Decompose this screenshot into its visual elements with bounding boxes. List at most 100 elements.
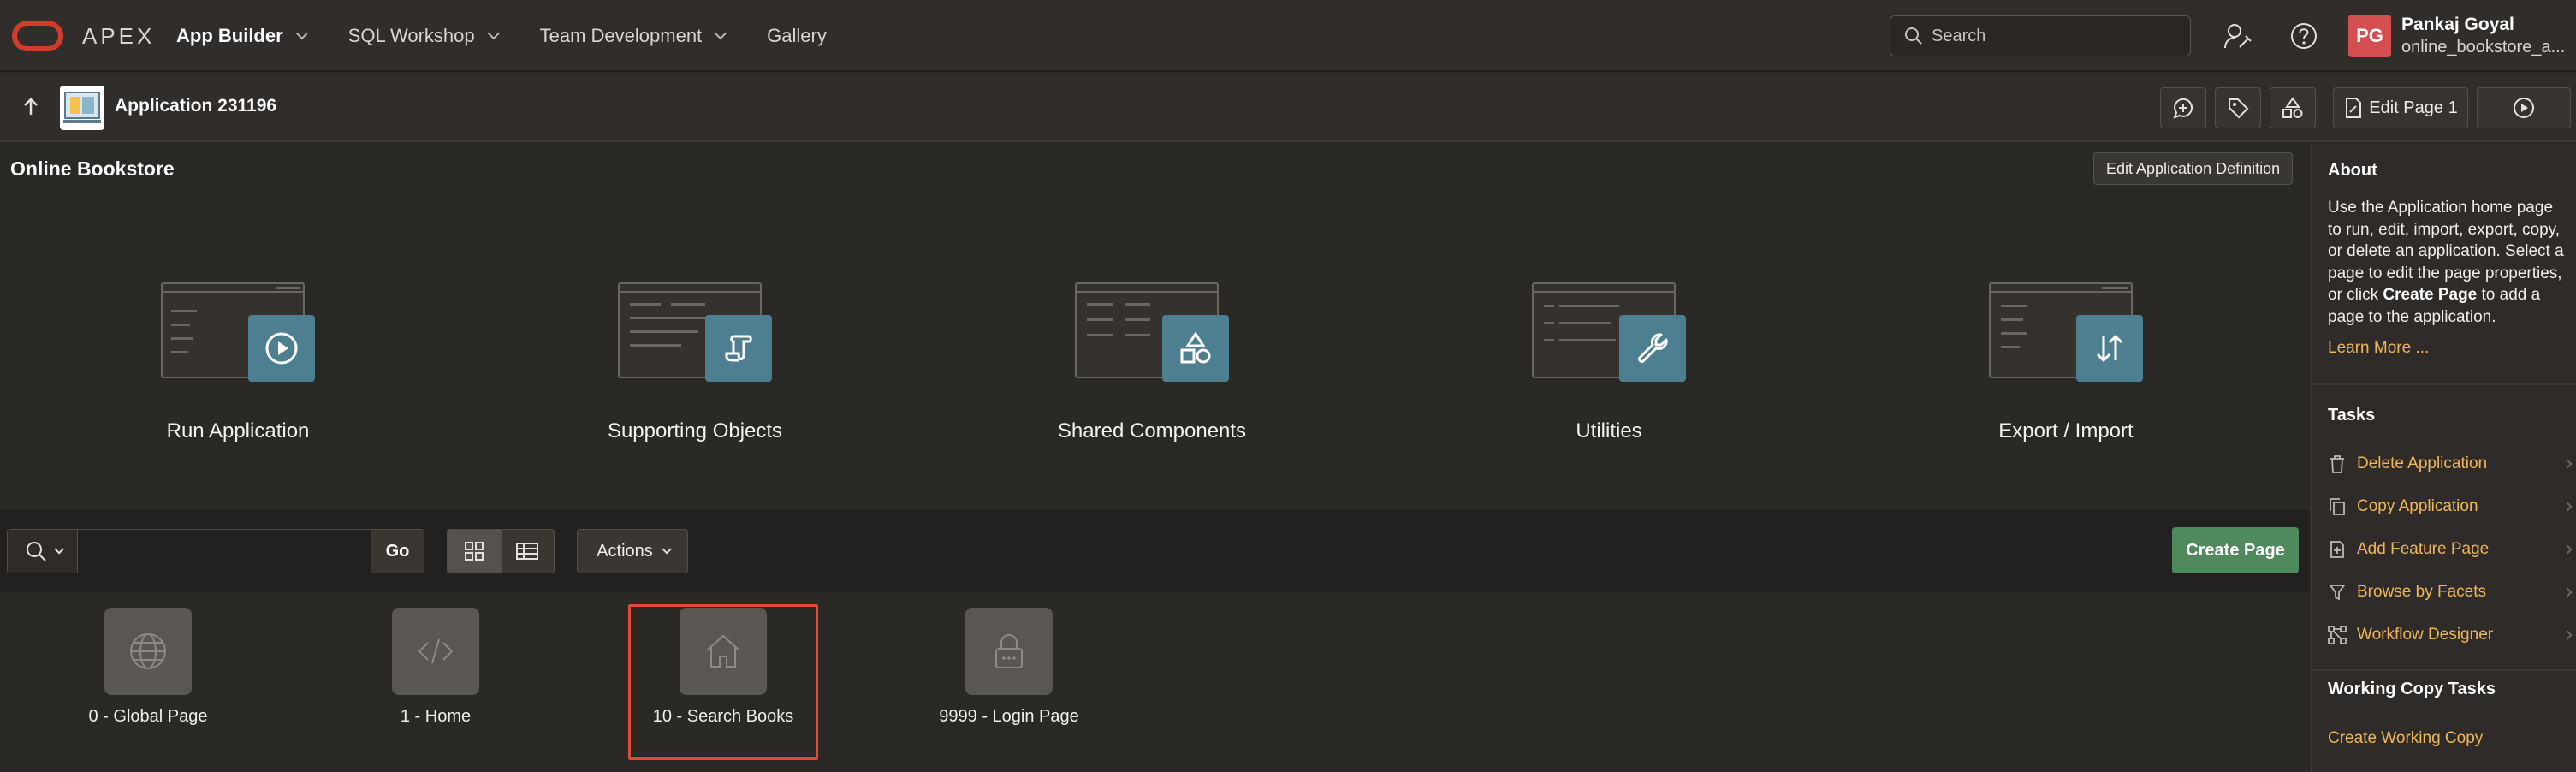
task-label: Browse by Facets — [2357, 583, 2486, 601]
nav-sql-workshop[interactable]: SQL Workshop — [347, 25, 500, 47]
pages-grid: 0 - Global Page 1 - Home 10 - Search Boo… — [0, 592, 2309, 772]
tile-illustration — [161, 272, 315, 383]
lock-utilities-button[interactable] — [2215, 87, 2261, 128]
search-column-dropdown[interactable] — [8, 530, 78, 573]
page-label: 1 - Home — [400, 707, 472, 726]
divider — [2312, 669, 2576, 671]
trash-icon — [2328, 454, 2347, 474]
chevron-down-icon — [714, 27, 727, 40]
grid-icon — [464, 542, 484, 561]
top-header: APEX App Builder SQL Workshop Team Devel… — [0, 0, 2576, 72]
icon-view-button[interactable] — [448, 530, 501, 573]
right-sidebar: About Use the Application home page to r… — [2311, 144, 2576, 772]
report-view-button[interactable] — [500, 530, 554, 573]
tile-utilities[interactable]: Utilities — [1498, 272, 1720, 443]
search-icon — [1905, 27, 1922, 45]
chevron-right-icon — [2562, 544, 2573, 555]
edit-application-definition-button[interactable]: Edit Application Definition — [2093, 152, 2294, 185]
pages-toolbar: Go Actions Create Page — [0, 510, 2309, 592]
shapes-icon — [2282, 97, 2303, 118]
user-settings-icon[interactable] — [2222, 21, 2253, 51]
tag-icon — [2229, 98, 2249, 119]
page-card-login-page[interactable]: 9999 - Login Page — [911, 608, 1107, 727]
main-nav: App Builder SQL Workshop Team Developmen… — [176, 0, 871, 72]
page-search: Go — [7, 529, 424, 573]
edit-page-button[interactable]: Edit Page 1 — [2333, 87, 2468, 128]
chevron-right-icon — [2562, 502, 2573, 512]
tile-illustration — [1989, 272, 2143, 383]
user-name: Pankaj Goyal — [2401, 15, 2514, 34]
chevron-right-icon — [2562, 587, 2573, 597]
tile-label: Supporting Objects — [607, 419, 783, 442]
nav-label: App Builder — [176, 25, 283, 46]
brand-name: APEX — [82, 22, 156, 49]
learn-more-link[interactable]: Learn More ... — [2328, 339, 2429, 358]
chevron-right-icon — [2562, 459, 2573, 469]
chevron-down-icon — [295, 27, 308, 40]
task-label: Copy Application — [2357, 497, 2478, 515]
lock-icon — [965, 608, 1053, 695]
selection-highlight — [628, 604, 818, 760]
tile-label: Utilities — [1576, 419, 1642, 442]
filter-icon — [2328, 582, 2347, 603]
page-title: Online Bookstore — [10, 157, 175, 180]
task-label: Workflow Designer — [2357, 626, 2494, 644]
chevron-right-icon — [2562, 630, 2573, 640]
tile-shared-components[interactable]: Shared Components — [1041, 272, 1263, 443]
main-content: Online Bookstore Edit Application Defini… — [0, 144, 2309, 772]
nav-team-development[interactable]: Team Development — [539, 25, 727, 47]
task-delete-application[interactable]: Delete Application — [2328, 447, 2573, 481]
copy-icon — [2328, 496, 2347, 517]
nav-app-builder[interactable]: App Builder — [176, 25, 308, 47]
application-bar: Application 231196 Edit Page 1 — [0, 74, 2576, 142]
actions-label: Actions — [597, 541, 653, 561]
create-page-button[interactable]: Create Page — [2172, 527, 2299, 573]
tile-label: Run Application — [166, 419, 310, 442]
help-icon[interactable] — [2288, 21, 2319, 51]
globe-icon — [104, 608, 192, 695]
play-icon — [248, 315, 315, 382]
avatar: PG — [2348, 15, 2391, 57]
table-icon — [516, 543, 539, 560]
search-icon — [26, 542, 46, 561]
tile-illustration — [618, 272, 772, 383]
global-search-input[interactable] — [1932, 26, 2171, 46]
chevron-down-icon — [487, 27, 500, 40]
page-card-global-page[interactable]: 0 - Global Page — [50, 608, 246, 727]
shared-components-button[interactable] — [2270, 87, 2316, 128]
global-search[interactable] — [1890, 15, 2191, 56]
create-working-copy-link[interactable]: Create Working Copy — [2328, 729, 2483, 748]
page-label: 0 - Global Page — [88, 707, 208, 726]
nav-gallery[interactable]: Gallery — [767, 25, 827, 47]
go-button[interactable]: Go — [371, 530, 424, 573]
run-page-button[interactable] — [2477, 87, 2571, 128]
add-page-icon — [2328, 539, 2347, 560]
user-menu[interactable]: PG Pankaj Goyal online_bookstore_a... — [2348, 14, 2565, 58]
shapes-icon — [1162, 315, 1229, 382]
task-add-feature-page[interactable]: Add Feature Page — [2328, 532, 2573, 567]
view-toggle — [447, 529, 555, 573]
oracle-logo-icon — [12, 21, 63, 51]
chevron-down-icon — [662, 544, 672, 555]
page-search-input[interactable] — [78, 530, 371, 573]
task-label: Delete Application — [2357, 454, 2488, 472]
actions-menu-button[interactable]: Actions — [577, 529, 688, 573]
feedback-button[interactable] — [2160, 87, 2206, 128]
tile-supporting-objects[interactable]: Supporting Objects — [584, 272, 806, 443]
application-title: Application 231196 — [115, 96, 277, 116]
tile-illustration — [1532, 272, 1686, 383]
up-arrow-icon[interactable] — [19, 94, 43, 120]
task-browse-by-facets[interactable]: Browse by Facets — [2328, 575, 2573, 609]
page-card-home[interactable]: 1 - Home — [337, 608, 534, 727]
tile-export-import[interactable]: Export / Import — [1955, 272, 2177, 443]
nav-label: Team Development — [539, 25, 703, 46]
apex-logo[interactable]: APEX — [12, 21, 155, 51]
arrows-updown-icon — [2076, 315, 2143, 382]
task-copy-application[interactable]: Copy Application — [2328, 490, 2573, 524]
nav-label: SQL Workshop — [347, 25, 475, 46]
task-workflow-designer[interactable]: Workflow Designer — [2328, 618, 2573, 652]
tasks-heading: Tasks — [2328, 406, 2376, 425]
tile-label: Shared Components — [1057, 419, 1247, 442]
workflow-icon — [2328, 625, 2347, 645]
tile-run-application[interactable]: Run Application — [127, 272, 349, 443]
